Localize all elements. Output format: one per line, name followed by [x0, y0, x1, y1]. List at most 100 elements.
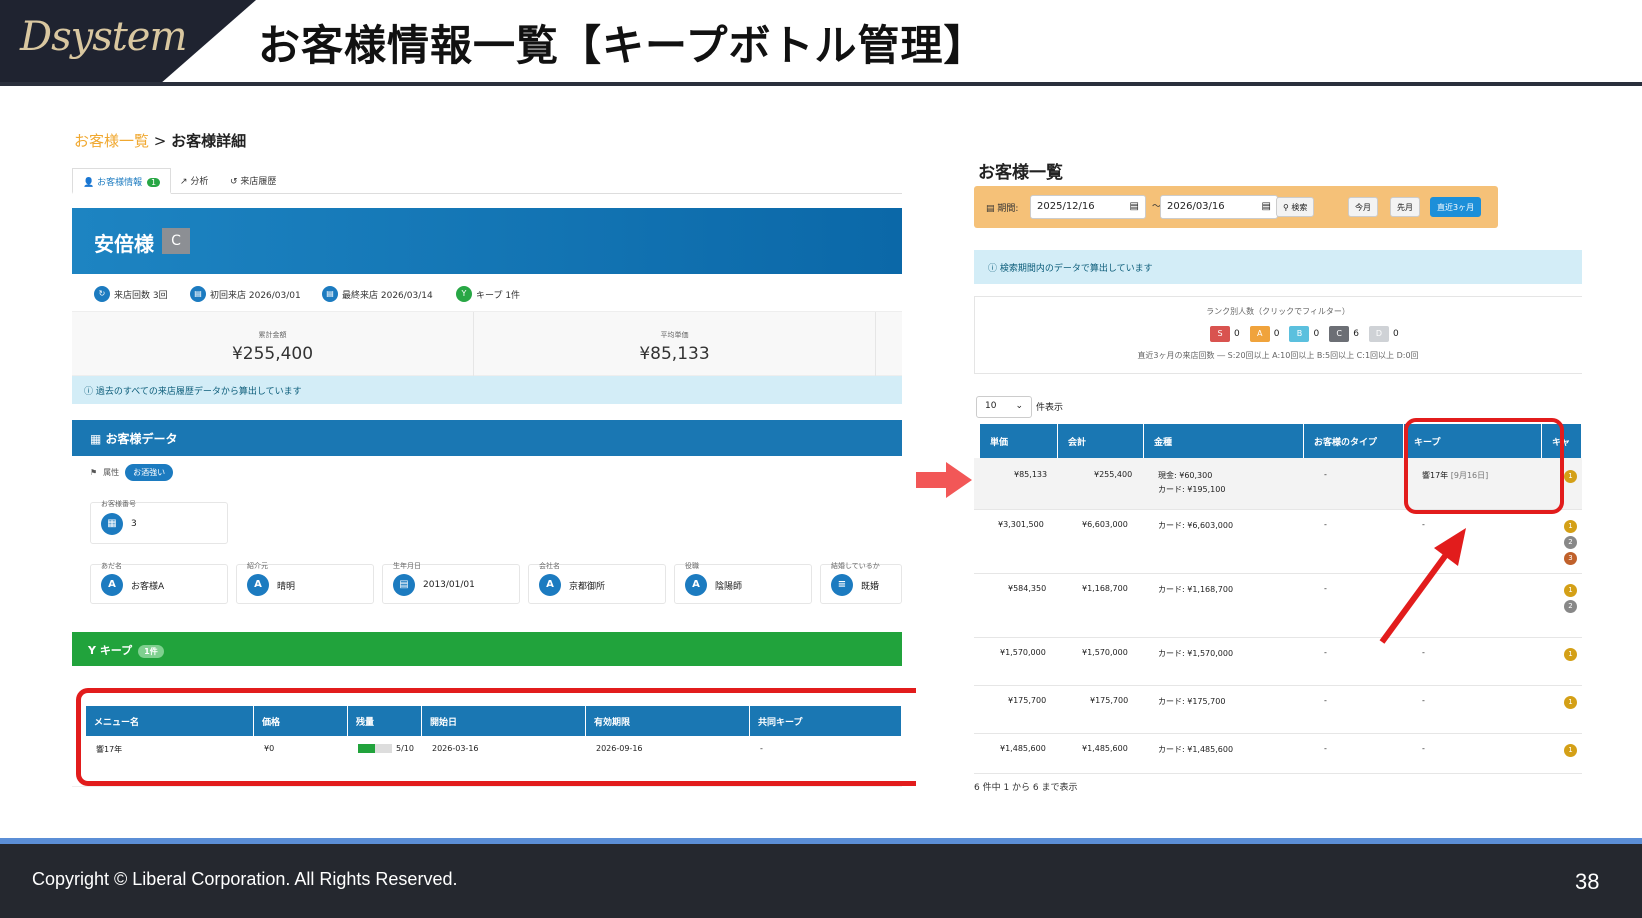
search-button[interactable]: ⚲ 検索	[1276, 197, 1315, 217]
field-label: あだ名	[101, 562, 122, 570]
cell-type: -	[1324, 648, 1327, 657]
customer-number-card: お客様番号 ▦ 3	[90, 500, 228, 544]
cast-number-badge: 2	[1564, 600, 1577, 613]
cell-payment: 現金: ¥60,300	[1158, 471, 1213, 480]
cell-payment: カード: ¥6,603,000	[1158, 521, 1234, 530]
font-icon: A	[685, 574, 707, 596]
cast-number-badge: 1	[1564, 744, 1577, 757]
col-unit-price[interactable]: 単価	[980, 424, 1058, 458]
total-amount-value: ¥255,400	[231, 344, 314, 364]
cell-payment: カード: ¥1,168,700	[1158, 585, 1234, 594]
refresh-icon: ↻	[94, 286, 110, 302]
info-icon: ⓘ	[84, 387, 96, 397]
cast-number-badge: 1	[1564, 584, 1577, 597]
rank-filter-d[interactable]: D0	[1368, 326, 1399, 342]
page-length-select[interactable]: 10 ⌄	[976, 396, 1032, 418]
highlight-box	[76, 688, 916, 786]
cell-unit: ¥85,133	[1014, 470, 1048, 479]
last-month-button[interactable]: 先月	[1390, 197, 1420, 217]
cell-total: ¥1,168,700	[1082, 584, 1128, 593]
tab-visit-history[interactable]: ↺ 来店履歴	[220, 168, 286, 194]
stat-last-visit: ▤ 最終来店 2026/03/14	[322, 286, 433, 302]
breadcrumb: お客様一覧 > お客様詳細	[74, 130, 246, 151]
detail-tabs: 👤 お客様情報 1 ↗ 分析 ↺ 来店履歴	[72, 168, 902, 194]
cell-type: -	[1324, 696, 1327, 705]
chart-icon: ↗	[180, 177, 188, 187]
info-alert: ⓘ 検索期間内のデータで算出しています	[974, 250, 1582, 284]
cell-total: ¥6,603,000	[1082, 520, 1128, 529]
table-row[interactable]: ¥584,350 ¥1,168,700 カード: ¥1,168,700 - - …	[974, 574, 1582, 638]
rank-badge: C	[162, 228, 190, 254]
cell-type: -	[1324, 520, 1327, 529]
customer-header	[72, 208, 902, 274]
col-customer-type[interactable]: お客様のタイプ	[1304, 424, 1404, 458]
date-from-input[interactable]: 2025/12/16 ▤	[1030, 195, 1146, 219]
customer-name: 安倍様	[94, 232, 154, 256]
table-row[interactable]: ¥3,301,500 ¥6,603,000 カード: ¥6,603,000 - …	[974, 510, 1582, 574]
cell-unit: ¥175,700	[1008, 696, 1047, 705]
slide-title: お客様情報一覧【キープボトル管理】	[258, 21, 987, 70]
font-icon: A	[539, 574, 561, 596]
cell-type: -	[1324, 744, 1327, 753]
field-card-referrer: 紹介元 A 晴明	[236, 562, 374, 604]
cast-number-badge: 1	[1564, 470, 1577, 483]
cell-unit: ¥1,570,000	[1000, 648, 1046, 657]
totals-row: 累計金額 ¥255,400 平均単価 ¥85,133	[72, 312, 902, 376]
attribute-pill[interactable]: お酒強い	[125, 464, 174, 481]
logo: Dsystem	[20, 14, 187, 60]
calendar-icon: ▤	[1129, 201, 1139, 212]
average-price-value: ¥85,133	[639, 344, 710, 364]
list-icon: ≡	[831, 574, 853, 596]
average-price-label: 平均単価	[660, 331, 689, 339]
field-card-position: 役職 A 陰陽師	[674, 562, 812, 604]
cast-number-badge: 1	[1564, 648, 1577, 661]
col-payment[interactable]: 金種	[1144, 424, 1304, 458]
total-amount: 累計金額 ¥255,400	[72, 312, 474, 376]
id-card-icon: ▦	[90, 432, 106, 446]
rank-summary-label: ランク別人数（クリックでフィルター）	[1206, 307, 1350, 316]
calendar-icon: ▤	[986, 204, 995, 214]
font-icon: A	[247, 574, 269, 596]
tab-customer-info[interactable]: 👤 お客様情報 1	[72, 168, 172, 194]
cell-payment: カード: ¥1,570,000	[1158, 649, 1234, 658]
rank-filter-c[interactable]: C6	[1329, 326, 1359, 342]
field-card-nickname: あだ名 A お客様A	[90, 562, 228, 604]
recent-3months-button[interactable]: 直近3ヶ月	[1430, 197, 1482, 217]
table-row[interactable]: ¥1,485,600 ¥1,485,600 カード: ¥1,485,600 - …	[974, 734, 1582, 774]
rank-filter-b[interactable]: B0	[1289, 326, 1319, 342]
stat-keep: Y キープ 1件	[456, 286, 520, 302]
cell-keep: -	[1422, 744, 1425, 753]
cell-unit: ¥1,485,600	[1000, 744, 1046, 753]
table-row[interactable]: ¥175,700 ¥175,700 カード: ¥175,700 - - 1	[974, 686, 1582, 734]
period-filter-bar: ▤ 期間: 2025/12/16 ▤ 〜 2026/03/16 ▤ ⚲ 検索 今…	[974, 186, 1498, 228]
keep-count-badge: 1件	[138, 645, 164, 658]
tab-label: 来店履歴	[240, 177, 277, 187]
tab-badge: 1	[146, 178, 161, 187]
this-month-button[interactable]: 今月	[1348, 197, 1378, 217]
date-to-input[interactable]: 2026/03/16 ▤	[1160, 195, 1278, 219]
breadcrumb-link[interactable]: お客様一覧	[74, 132, 149, 150]
field-value: お客様A	[131, 581, 165, 592]
stat-first-visit: ▤ 初回来店 2026/03/01	[190, 286, 301, 302]
font-icon: A	[101, 574, 123, 596]
glass-icon: Y	[456, 286, 472, 302]
rank-badge: D	[1368, 326, 1389, 342]
field-card-company: 会社名 A 京都御所	[528, 562, 666, 604]
customer-data-header: ▦ お客様データ	[72, 420, 902, 456]
tab-analysis[interactable]: ↗ 分析	[170, 168, 218, 194]
cast-number-badge: 2	[1564, 536, 1577, 549]
calendar-icon: ▤	[322, 286, 338, 302]
period-label: ▤ 期間:	[986, 204, 1019, 214]
rank-filter-a[interactable]: A0	[1249, 326, 1279, 342]
rank-criteria-note: 直近3ヶ月の来店回数 ― S:20回以上 A:10回以上 B:5回以上 C:1回…	[1137, 351, 1419, 360]
rank-filter-s[interactable]: S0	[1210, 326, 1240, 342]
col-total[interactable]: 会計	[1058, 424, 1144, 458]
table-row[interactable]: ¥1,570,000 ¥1,570,000 カード: ¥1,570,000 - …	[974, 638, 1582, 686]
cell-payment: カード: ¥175,700	[1158, 697, 1226, 706]
highlight-box	[1404, 418, 1564, 514]
history-icon: ↺	[230, 177, 238, 187]
cell-total: ¥1,485,600	[1082, 744, 1128, 753]
cell-total: ¥1,570,000	[1082, 648, 1128, 657]
cast-number-badge: 1	[1564, 520, 1577, 533]
cell-keep: -	[1422, 696, 1425, 705]
